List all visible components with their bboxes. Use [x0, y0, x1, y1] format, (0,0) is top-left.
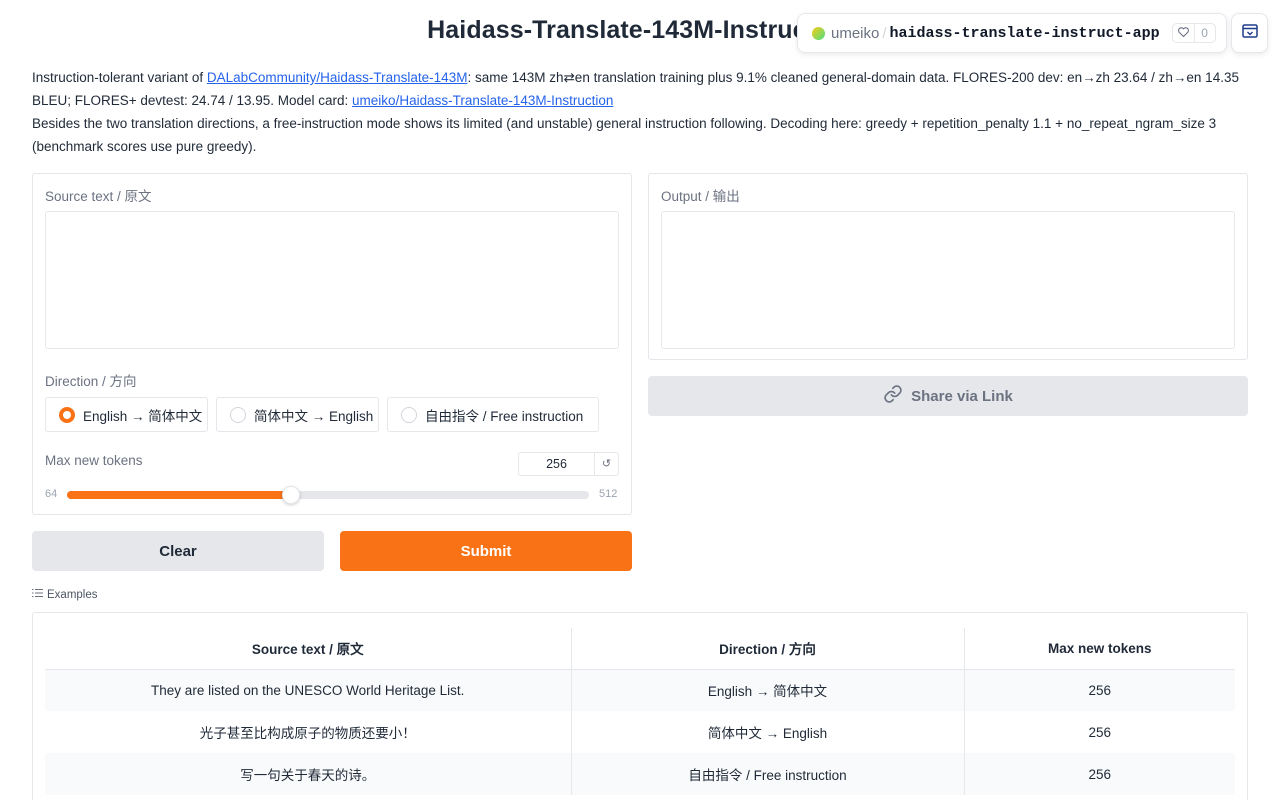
heart-icon [1173, 24, 1195, 42]
reset-icon[interactable]: ↺ [594, 452, 619, 476]
space-repo-name[interactable]: haidass-translate-instruct-app [890, 25, 1160, 42]
table-row[interactable]: 光子甚至比构成原子的物质还要小！ 简体中文 → English 256 [45, 711, 1235, 753]
slider-min: 64 [45, 488, 58, 500]
column-header-direction: Direction / 方向 [570, 628, 964, 670]
example-max-tokens[interactable]: 256 [963, 753, 1235, 795]
description-paragraph-2: Besides the two translation directions, … [32, 116, 1217, 154]
clear-button[interactable]: Clear [32, 531, 324, 571]
space-owner[interactable]: umeiko [831, 25, 879, 42]
direction-option-zh-en[interactable]: 简体中文 → English [216, 397, 379, 432]
slider-fill [67, 491, 291, 499]
example-direction[interactable]: 简体中文 → English [570, 711, 964, 753]
examples-table: Source text / 原文 Direction / 方向 Max new … [45, 628, 1235, 795]
column-header-max-tokens: Max new tokens [963, 628, 1235, 670]
direction-label: Direction / 方向 [45, 374, 137, 389]
description-paragraph-1: Instruction-tolerant variant of DALabCom… [32, 70, 1239, 108]
example-max-tokens[interactable]: 256 [963, 669, 1235, 711]
badge-separator: / [882, 24, 887, 42]
slider-max: 512 [599, 488, 618, 500]
space-avatar-icon [812, 26, 825, 40]
description: Instruction-tolerant variant of DALabCom… [32, 66, 1248, 158]
table-row[interactable]: They are listed on the UNESCO World Heri… [45, 669, 1235, 711]
max-tokens-slider[interactable] [67, 486, 589, 504]
list-icon [32, 588, 47, 601]
radio-unselected-icon [230, 406, 246, 423]
example-source[interactable]: 写一句关于春天的诗。 [45, 753, 571, 795]
base-model-link[interactable]: DALabCommunity/Haidass-Translate-143M [207, 70, 468, 85]
output-textarea[interactable] [661, 211, 1235, 349]
max-tokens-label: Max new tokens [45, 453, 143, 468]
radio-unselected-icon [401, 406, 417, 423]
direction-option-en-zh[interactable]: English → 简体中文 [45, 397, 208, 432]
example-direction[interactable]: English → 简体中文 [570, 669, 964, 711]
example-source[interactable]: 光子甚至比构成原子的物质还要小！ [45, 711, 571, 753]
max-tokens-input[interactable]: 256 [518, 452, 595, 476]
examples-label: Examples [32, 588, 98, 601]
examples-panel: Source text / 原文 Direction / 方向 Max new … [32, 612, 1248, 800]
example-source[interactable]: They are listed on the UNESCO World Heri… [45, 669, 571, 711]
source-textarea[interactable] [45, 211, 619, 349]
direction-option-free[interactable]: 自由指令 / Free instruction [387, 397, 599, 432]
like-count: 0 [1201, 26, 1208, 40]
examples-header-row: Source text / 原文 Direction / 方向 Max new … [45, 628, 1235, 670]
link-icon [883, 384, 911, 408]
slider-thumb[interactable] [281, 486, 300, 504]
example-max-tokens[interactable]: 256 [963, 711, 1235, 753]
space-badge[interactable]: umeiko / haidass-translate-instruct-app … [797, 13, 1227, 53]
window-menu-icon [1241, 23, 1258, 43]
example-direction[interactable]: 自由指令 / Free instruction [570, 753, 964, 795]
like-button[interactable]: 0 [1171, 23, 1216, 43]
model-card-link[interactable]: umeiko/Haidass-Translate-143M-Instructio… [352, 93, 613, 108]
output-label: Output / 输出 [661, 189, 740, 204]
column-header-source: Source text / 原文 [45, 628, 571, 670]
space-menu-button[interactable] [1231, 13, 1268, 53]
radio-selected-icon [59, 406, 75, 423]
source-label: Source text / 原文 [45, 189, 152, 204]
table-row[interactable]: 写一句关于春天的诗。 自由指令 / Free instruction 256 [45, 753, 1235, 795]
submit-button[interactable]: Submit [340, 531, 632, 571]
share-button[interactable]: Share via Link [648, 376, 1248, 416]
